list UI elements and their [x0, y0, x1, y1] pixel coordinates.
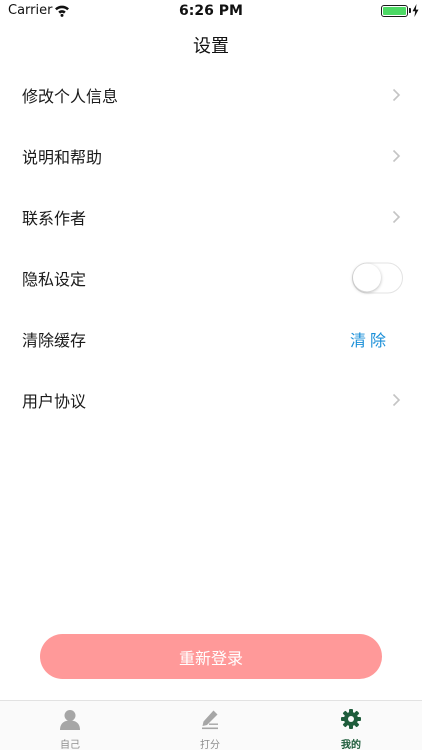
tab-self-label: 自己 — [60, 740, 80, 750]
tab-mine-label: 我的 — [341, 740, 361, 750]
pencil-icon — [202, 710, 218, 730]
battery-icon — [381, 5, 408, 17]
setting-label-privacy: 隐私设定 — [22, 269, 87, 289]
tab-score-label: 打分 — [200, 740, 220, 750]
person-icon — [60, 710, 80, 730]
setting-label-edit-profile: 修改个人信息 — [22, 86, 119, 106]
chevron-right-icon — [392, 393, 401, 406]
setting-row-edit-profile[interactable]: 修改个人信息 — [0, 64, 422, 125]
bolt-icon — [412, 4, 419, 17]
setting-label-help: 说明和帮助 — [22, 147, 103, 167]
battery-fill — [383, 7, 406, 15]
chevron-right-icon — [392, 210, 401, 223]
privacy-toggle[interactable] — [352, 262, 403, 293]
setting-label-contact: 联系作者 — [22, 208, 87, 228]
status-bar: Carrier 6:26 PM — [0, 0, 422, 22]
toggle-knob — [353, 263, 381, 291]
setting-row-user-agreement[interactable]: 用户协议 — [0, 369, 422, 430]
battery-tip — [409, 8, 411, 13]
tab-self[interactable]: 自己 — [0, 701, 140, 750]
status-time: 6:26 PM — [179, 3, 243, 19]
setting-row-contact[interactable]: 联系作者 — [0, 186, 422, 247]
tab-bar: 自己 打分 我的 — [0, 700, 422, 750]
gear-icon — [341, 709, 361, 729]
setting-label-clear-cache: 清除缓存 — [22, 330, 87, 350]
page-title: 设置 — [193, 36, 229, 57]
setting-row-privacy: 隐私设定 — [0, 247, 422, 308]
chevron-right-icon — [392, 149, 401, 162]
relogin-button[interactable]: 重新登录 — [40, 634, 382, 679]
chevron-right-icon — [392, 88, 401, 101]
tab-mine[interactable]: 我的 — [281, 701, 421, 750]
settings-list: 修改个人信息 说明和帮助 联系作者 隐私设定 清除缓存 清除 用户协议 — [0, 64, 422, 430]
tab-score[interactable]: 打分 — [140, 701, 280, 750]
setting-label-user-agreement: 用户协议 — [22, 391, 87, 411]
setting-row-help[interactable]: 说明和帮助 — [0, 125, 422, 186]
clear-cache-button[interactable]: 清除 — [350, 327, 390, 351]
setting-row-clear-cache: 清除缓存 清除 — [0, 308, 422, 369]
